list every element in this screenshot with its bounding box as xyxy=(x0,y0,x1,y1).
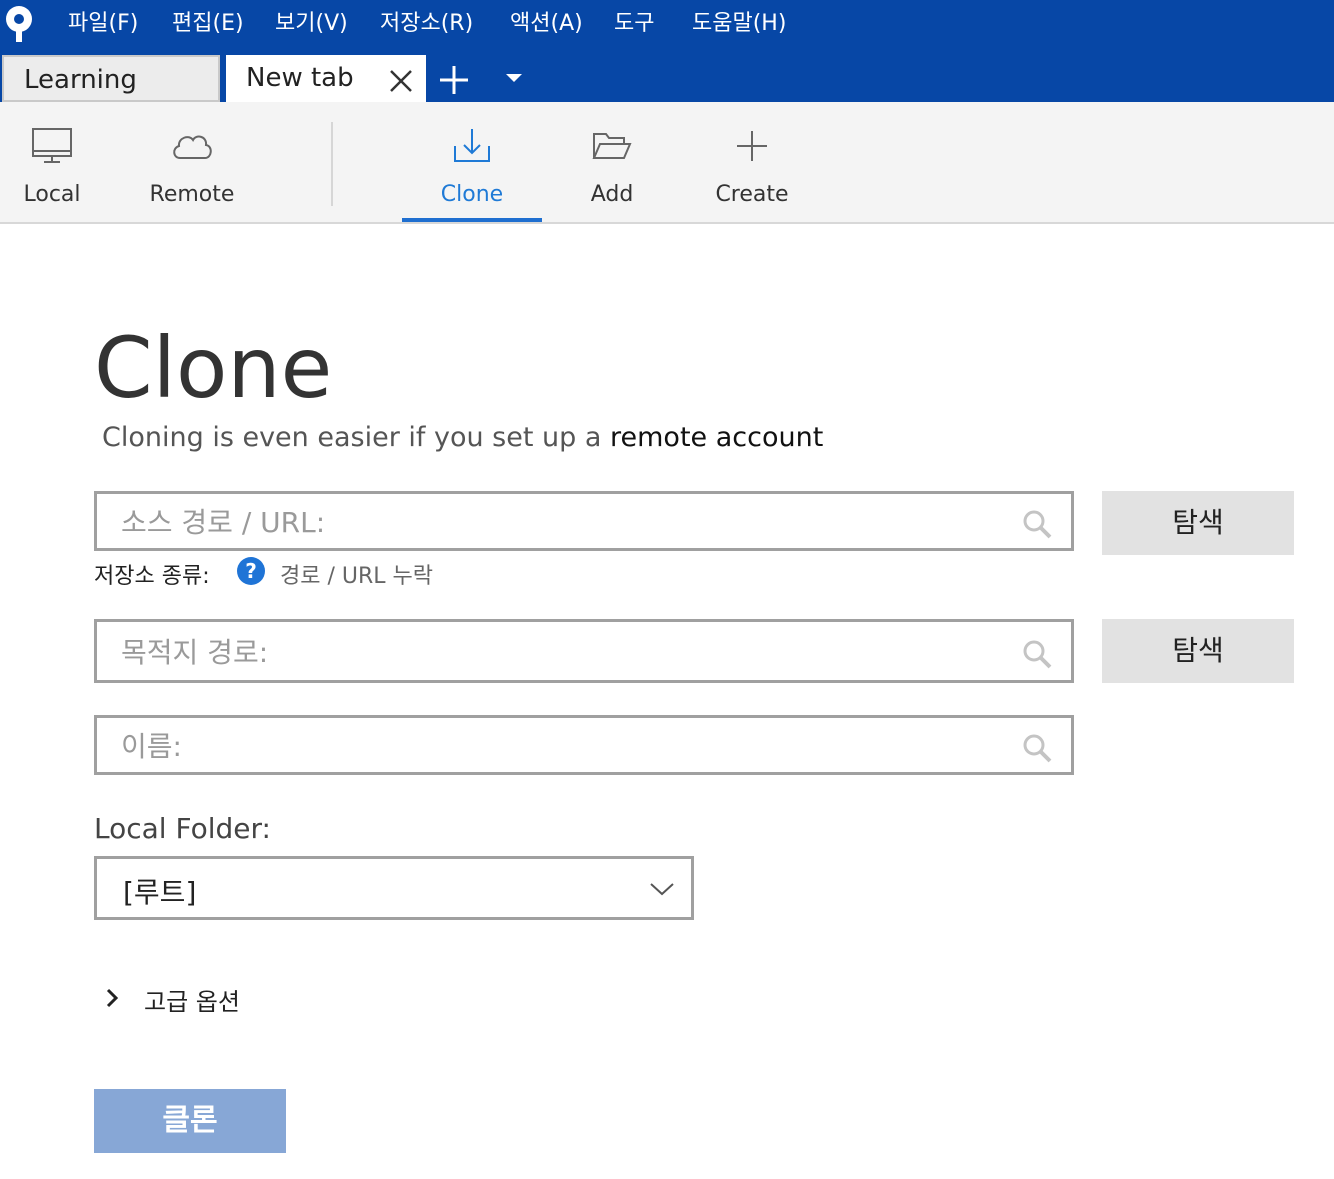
page-title: Clone xyxy=(94,319,333,417)
toolbar-create-button[interactable]: Create xyxy=(682,102,822,222)
advanced-options-label: 고급 옵션 xyxy=(144,988,240,1016)
menu-edit[interactable]: 편집(E) xyxy=(172,8,244,40)
name-field xyxy=(94,715,1074,775)
remote-account-link[interactable]: remote account xyxy=(610,422,823,453)
repo-type-label: 저장소 종류: xyxy=(94,564,210,589)
subtitle-text: Cloning is even easier if you set up a xyxy=(102,422,602,453)
chevron-right-icon xyxy=(106,988,119,1008)
download-tray-icon xyxy=(454,129,490,162)
menu-tools[interactable]: 도구 xyxy=(614,8,654,40)
toolbar-separator xyxy=(331,122,333,206)
menu-repository[interactable]: 저장소(R) xyxy=(380,8,473,40)
toolbar-clone-label: Clone xyxy=(440,182,504,207)
toolbar-remote-button[interactable]: Remote xyxy=(122,102,262,222)
cloud-icon xyxy=(173,135,212,159)
local-folder-select[interactable]: [루트] xyxy=(94,856,694,920)
subtitle: Cloning is even easier if you set up a r… xyxy=(102,422,823,453)
search-icon xyxy=(1023,640,1052,669)
search-icon xyxy=(1023,734,1052,763)
toolbar-add-button[interactable]: Add xyxy=(542,102,682,222)
question-help-icon[interactable]: ? xyxy=(236,556,266,586)
open-folder-icon xyxy=(592,133,632,159)
tab-learning[interactable]: Learning xyxy=(2,55,220,102)
tab-label: Learning xyxy=(24,65,137,95)
tab-label: New tab xyxy=(246,63,354,93)
name-input[interactable] xyxy=(121,726,1001,766)
chevron-down-icon xyxy=(650,883,674,896)
tab-dropdown-icon[interactable] xyxy=(504,72,524,84)
tab-bar: Learning New tab xyxy=(0,48,1334,103)
toolbar-clone-button[interactable]: Clone xyxy=(402,102,542,222)
toolbar-add-label: Add xyxy=(590,182,634,207)
close-icon[interactable] xyxy=(388,68,414,94)
destination-path-field xyxy=(94,619,1074,683)
toolbar-local-label: Local xyxy=(23,182,81,207)
source-browse-button[interactable]: 탐색 xyxy=(1102,491,1294,555)
menu-view[interactable]: 보기(V) xyxy=(275,8,348,40)
clone-button[interactable]: 클론 xyxy=(94,1089,286,1153)
destination-path-input[interactable] xyxy=(121,632,1001,672)
source-url-input[interactable] xyxy=(121,502,1001,542)
new-tab-plus-icon[interactable] xyxy=(438,64,470,96)
menu-file[interactable]: 파일(F) xyxy=(68,8,138,40)
repo-type-value: 경로 / URL 누락 xyxy=(280,564,433,589)
source-url-field xyxy=(94,491,1074,551)
menu-help[interactable]: 도움말(H) xyxy=(692,8,786,40)
plus-icon xyxy=(737,131,767,161)
toolbar: Local Remote Clone Add Create xyxy=(0,102,1334,224)
svg-text:?: ? xyxy=(245,559,257,583)
search-icon xyxy=(1023,510,1052,539)
toolbar-create-label: Create xyxy=(715,182,789,207)
local-folder-value: [루트] xyxy=(123,876,197,909)
toolbar-remote-label: Remote xyxy=(149,182,235,207)
sourcetree-logo-icon xyxy=(6,6,32,42)
monitor-icon xyxy=(32,128,72,163)
local-folder-label: Local Folder: xyxy=(94,812,271,845)
destination-browse-button[interactable]: 탐색 xyxy=(1102,619,1294,683)
menu-actions[interactable]: 액션(A) xyxy=(510,8,583,40)
menu-bar: 파일(F) 편집(E) 보기(V) 저장소(R) 액션(A) 도구 도움말(H) xyxy=(0,0,1334,48)
toolbar-local-button[interactable]: Local xyxy=(0,102,122,222)
active-tool-indicator xyxy=(402,218,542,222)
